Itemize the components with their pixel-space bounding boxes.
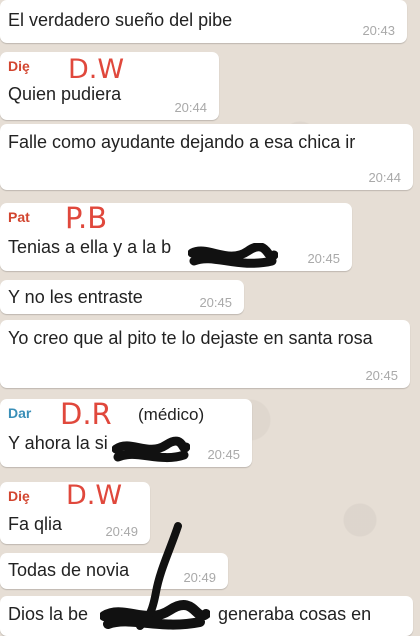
message-bubble[interactable]: Falle como ayudante dejando a esa chica … xyxy=(0,124,413,190)
handwritten-initials: P.B xyxy=(65,201,108,235)
message-time: 20:45 xyxy=(307,251,340,266)
sender-name: Dar xyxy=(8,405,32,421)
handwritten-initials: D.W xyxy=(66,480,123,511)
message-bubble[interactable]: Diȩ D.W Quien pudiera 20:44 xyxy=(0,52,219,120)
message-time: 20:45 xyxy=(207,447,240,462)
message-text: Todas de novia xyxy=(8,560,130,580)
message-time: 20:45 xyxy=(365,368,398,383)
sender-name: Pat xyxy=(8,209,30,225)
message-text: El verdadero sueño del pibe xyxy=(8,10,233,30)
message-text: Tenias a ella y a la b xyxy=(8,237,172,257)
handwritten-initials: D.W xyxy=(68,54,125,85)
message-time: 20:43 xyxy=(362,23,395,38)
message-bubble[interactable]: Dios la be generaba cosas en xyxy=(0,596,413,636)
message-bubble[interactable]: Diȩ D.W Fa qlia 20:49 xyxy=(0,480,150,544)
message-bubble[interactable]: Todas de novia 20:49 xyxy=(0,553,228,589)
censor-scribble xyxy=(136,522,182,630)
message-text: Yo creo que al pito te lo dejaste en san… xyxy=(8,328,373,348)
message-bubble[interactable]: El verdadero sueño del pibe 20:43 xyxy=(0,0,407,43)
message-time: 20:45 xyxy=(199,295,232,310)
censor-scribble xyxy=(112,436,190,463)
annotation-note: (médico) xyxy=(138,405,205,424)
handwritten-initials: D.R xyxy=(60,397,112,431)
message-text: Y no les entraste xyxy=(8,287,143,307)
message-bubble[interactable]: Y no les entraste 20:45 xyxy=(0,280,244,314)
censor-scribble xyxy=(188,243,278,268)
message-time: 20:44 xyxy=(368,170,401,185)
message-bubble[interactable]: Dar D.R (médico) Y ahora la si 20:45 xyxy=(0,397,252,467)
message-text-continued: generaba cosas en xyxy=(218,604,372,624)
message-text: Dios la be xyxy=(8,604,89,624)
message-bubble[interactable]: Yo creo que al pito te lo dejaste en san… xyxy=(0,320,410,388)
message-time: 20:44 xyxy=(174,100,207,115)
message-bubble[interactable]: Pat P.B Tenias a ella y a la b 20:45 xyxy=(0,201,352,271)
message-text: Falle como ayudante dejando a esa chica … xyxy=(8,132,356,152)
